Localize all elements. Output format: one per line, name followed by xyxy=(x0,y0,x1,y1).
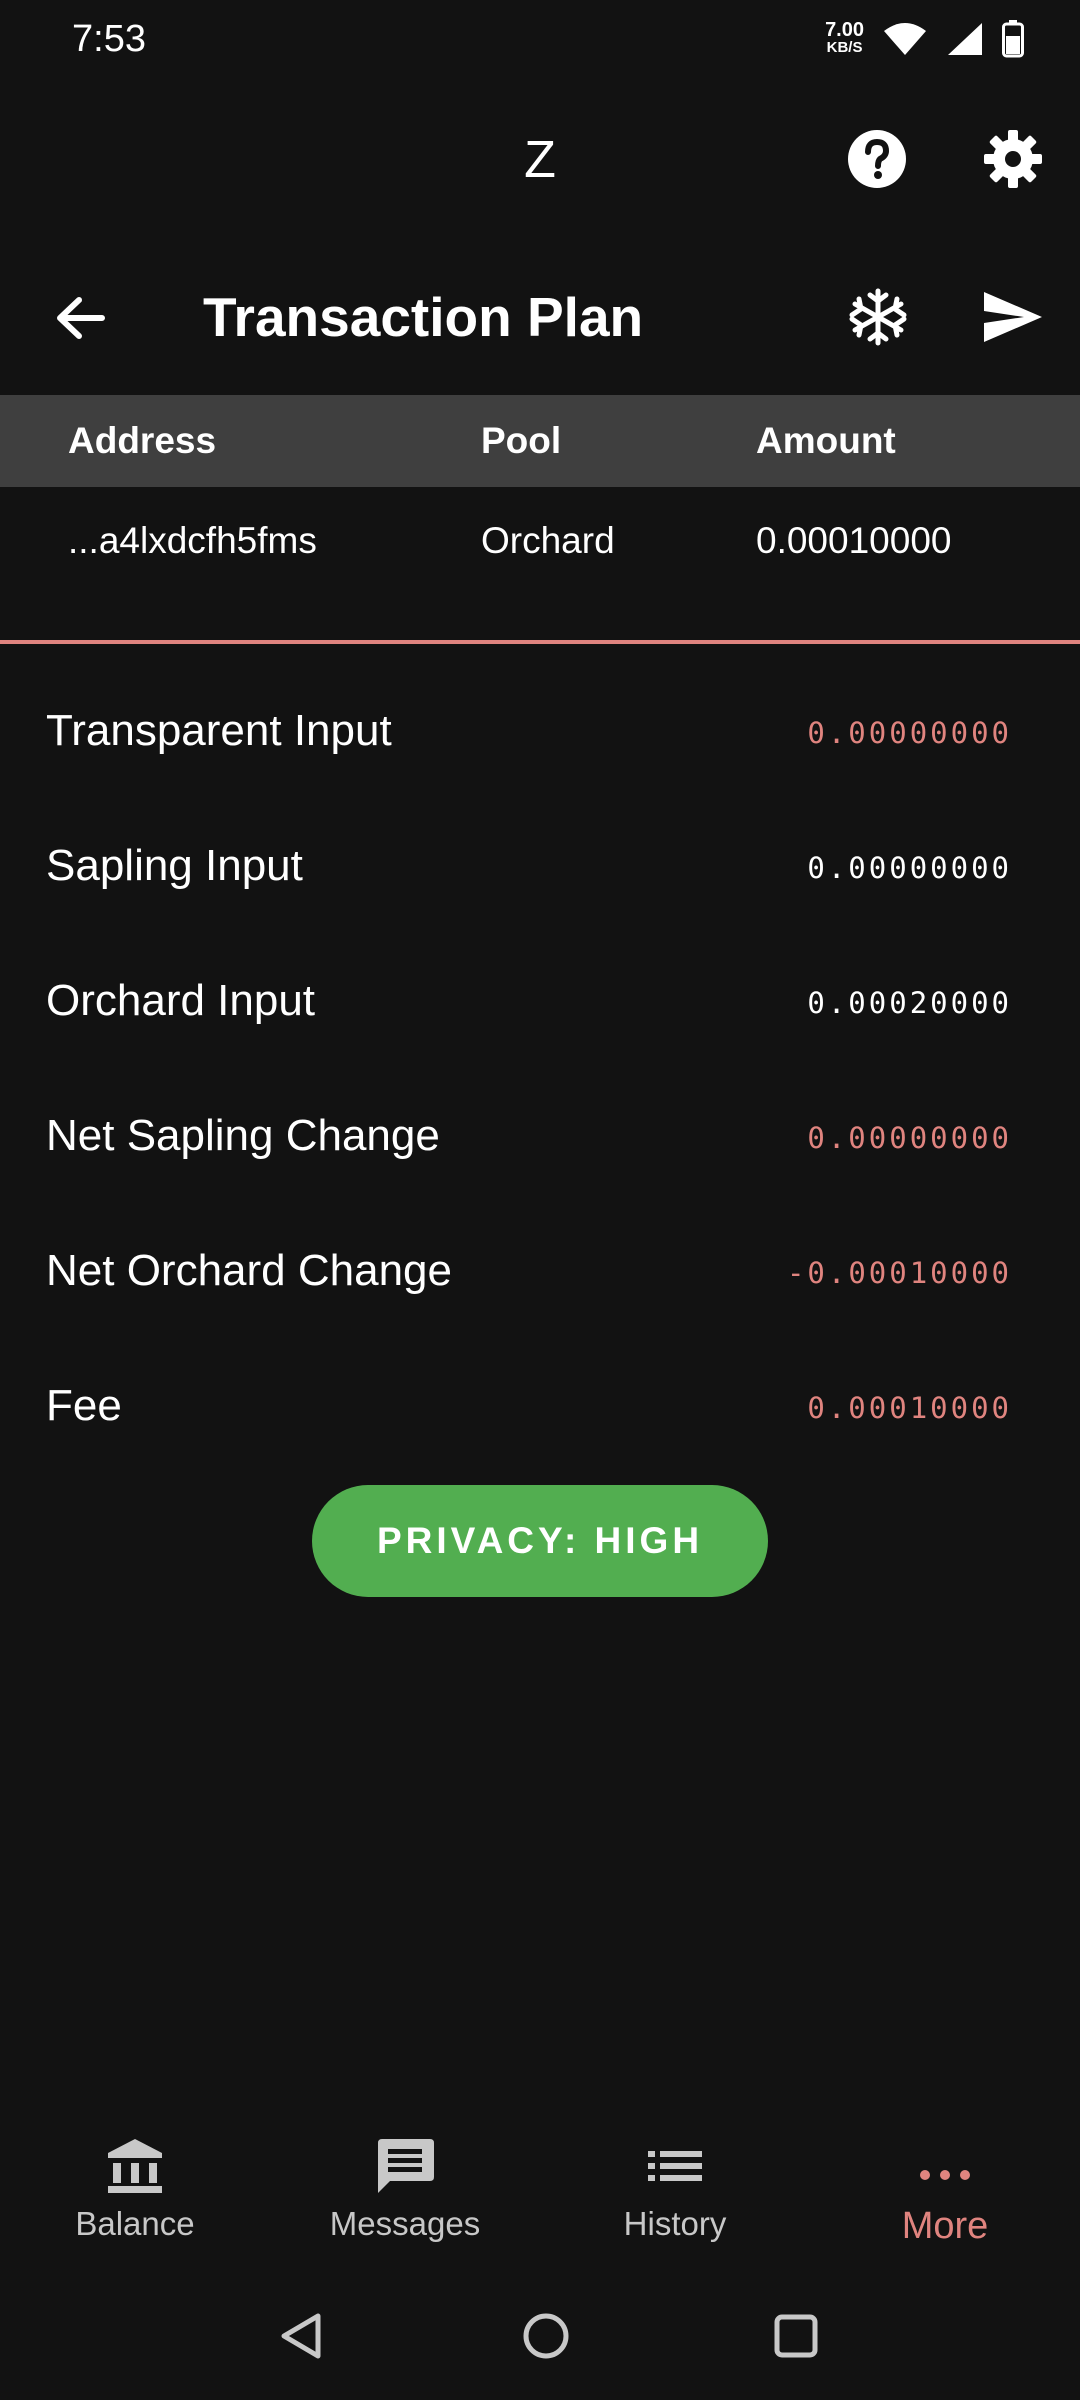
send-icon xyxy=(984,292,1042,342)
help-icon xyxy=(848,130,906,188)
column-header-amount: Amount xyxy=(756,420,896,461)
back-button[interactable] xyxy=(48,286,112,350)
privacy-button[interactable]: PRIVACY: HIGH xyxy=(312,1485,768,1597)
help-button[interactable] xyxy=(846,128,908,190)
page-title: Transaction Plan xyxy=(203,286,644,348)
message-icon xyxy=(378,2139,434,2193)
list-icon xyxy=(648,2151,702,2181)
app-title: Z xyxy=(524,131,556,189)
back-triangle-icon[interactable] xyxy=(276,2310,326,2362)
summary-value: 0.00000000 xyxy=(807,716,1012,750)
summary-value: -0.00010000 xyxy=(786,1256,1012,1290)
arrow-left-icon xyxy=(57,297,105,339)
summary-value: 0.00010000 xyxy=(807,1391,1012,1425)
more-horizontal-icon xyxy=(920,2170,970,2180)
snowflake-button[interactable] xyxy=(846,285,910,349)
cell-amount: 0.00010000 xyxy=(756,520,952,561)
net-speed-value: 7.00 xyxy=(825,19,864,41)
recents-square-icon[interactable] xyxy=(770,2310,822,2362)
nav-label-messages: Messages xyxy=(329,2205,481,2242)
signal-icon xyxy=(948,23,982,55)
nav-label-more: More xyxy=(901,2205,989,2247)
send-button[interactable] xyxy=(980,285,1046,349)
column-header-pool: Pool xyxy=(481,420,562,461)
nav-label-history: History xyxy=(623,2205,727,2242)
wifi-icon xyxy=(884,23,926,55)
summary-value: 0.00000000 xyxy=(807,851,1012,885)
summary-label: Transparent Input xyxy=(46,706,392,755)
gear-icon xyxy=(984,130,1042,188)
net-speed-unit: KB/S xyxy=(826,39,863,56)
nav-item-history[interactable]: History xyxy=(540,2135,810,2243)
summary-label: Net Sapling Change xyxy=(46,1111,440,1160)
screen: 7:53 7.00 KB/S Z Transaction Plan Addres… xyxy=(0,0,1080,2400)
net-speed: 7.00 KB/S xyxy=(825,19,864,57)
status-icons: 7.00 KB/S xyxy=(825,20,1024,58)
summary-value: 0.00020000 xyxy=(807,986,1012,1020)
nav-label-balance: Balance xyxy=(75,2205,195,2242)
cell-address: ...a4lxdcfh5fms xyxy=(68,520,317,561)
divider xyxy=(0,640,1080,644)
nav-item-balance[interactable]: Balance xyxy=(0,2135,270,2243)
settings-button[interactable] xyxy=(982,128,1044,190)
summary-label: Fee xyxy=(46,1381,122,1430)
summary-label: Orchard Input xyxy=(46,976,316,1025)
home-circle-icon[interactable] xyxy=(520,2310,572,2362)
bank-icon xyxy=(108,2139,162,2193)
summary-label: Sapling Input xyxy=(46,841,303,890)
status-time: 7:53 xyxy=(72,18,146,60)
table-header: Address Pool Amount xyxy=(0,395,1080,487)
snowflake-icon xyxy=(849,288,907,346)
nav-item-messages[interactable]: Messages xyxy=(270,2135,540,2243)
cell-pool: Orchard xyxy=(481,520,615,561)
summary-value: 0.00000000 xyxy=(807,1121,1012,1155)
column-header-address: Address xyxy=(68,420,217,461)
summary-label: Net Orchard Change xyxy=(46,1246,452,1295)
nav-item-more[interactable]: More xyxy=(810,2135,1080,2248)
battery-icon xyxy=(1002,20,1024,58)
